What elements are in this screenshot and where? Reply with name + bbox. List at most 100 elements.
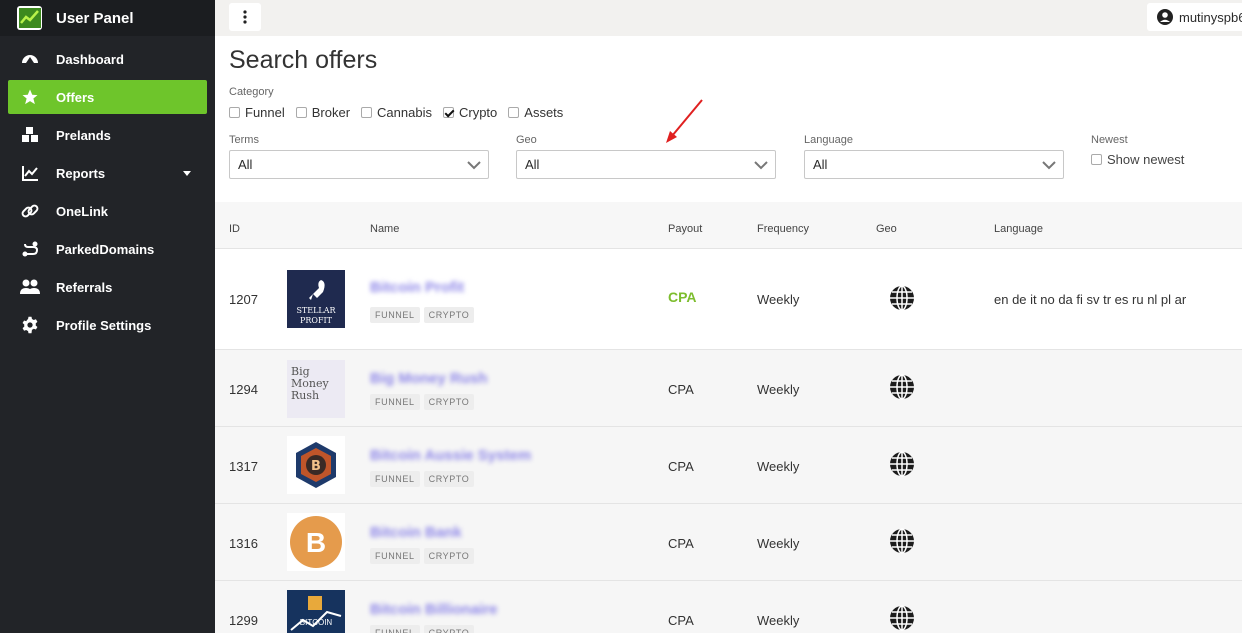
- newest-label: Newest: [1091, 134, 1128, 146]
- offer-tags: FUNNEL CRYPTO: [370, 471, 478, 487]
- thumb-text: Big Money Rush: [291, 365, 329, 402]
- category-crypto[interactable]: Crypto: [442, 105, 497, 120]
- sidebar-item-reports[interactable]: Reports: [8, 156, 207, 190]
- offer-name-link[interactable]: Big Money Rush: [370, 370, 488, 387]
- dashboard-icon: [20, 49, 40, 69]
- chevron-down-icon: [1042, 161, 1056, 170]
- table-row[interactable]: 1299 BITCOIN Bitcoin Billionaire FUNNEL …: [215, 581, 1242, 633]
- offer-thumbnail[interactable]: Big Money Rush: [287, 360, 345, 418]
- tag: FUNNEL: [370, 548, 420, 564]
- users-icon: [20, 277, 40, 297]
- sidebar-item-onelink[interactable]: OneLink: [8, 194, 207, 228]
- offer-thumbnail[interactable]: B: [287, 513, 345, 571]
- sidebar-item-label: Dashboard: [56, 51, 124, 67]
- offer-name-link[interactable]: Bitcoin Profit: [370, 279, 464, 296]
- geo-select[interactable]: All: [516, 150, 776, 179]
- bitcoin-hex-icon: B: [296, 442, 336, 488]
- sidebar: User Panel Dashboard Offers Prelands Rep…: [0, 0, 215, 633]
- checkbox[interactable]: [229, 107, 240, 118]
- language-filter: Language All: [804, 134, 1064, 179]
- language-label: Language: [804, 134, 853, 146]
- header-language: Language: [994, 223, 1043, 235]
- header-geo: Geo: [876, 223, 897, 235]
- more-menu-button[interactable]: [229, 3, 261, 31]
- tag: FUNNEL: [370, 307, 420, 323]
- geo-label: Geo: [516, 134, 537, 146]
- sidebar-item-profile-settings[interactable]: Profile Settings: [8, 308, 207, 342]
- category-assets[interactable]: Assets: [508, 105, 563, 120]
- offer-name-link[interactable]: Bitcoin Billionaire: [370, 601, 498, 618]
- checkbox[interactable]: [1091, 154, 1102, 165]
- offer-id: 1294: [229, 382, 258, 397]
- tag: CRYPTO: [423, 307, 475, 323]
- user-menu[interactable]: mutinyspb6: [1147, 3, 1242, 31]
- table-row[interactable]: 1294 Big Money Rush Big Money Rush FUNNE…: [215, 350, 1242, 427]
- kebab-menu-icon: [243, 10, 247, 24]
- language-select[interactable]: All: [804, 150, 1064, 179]
- offer-id: 1207: [229, 292, 258, 307]
- offer-name-link[interactable]: Bitcoin Bank: [370, 524, 462, 541]
- header-frequency: Frequency: [757, 223, 809, 235]
- offer-name-link[interactable]: Bitcoin Aussie System: [370, 447, 531, 464]
- category-label-assets: Assets: [524, 105, 564, 120]
- geo-filter: Geo All: [516, 134, 776, 179]
- category-broker[interactable]: Broker: [295, 105, 350, 120]
- checkbox[interactable]: [508, 107, 520, 118]
- offer-id: 1316: [229, 536, 258, 551]
- terms-select[interactable]: All: [229, 150, 489, 179]
- offer-id: 1299: [229, 613, 258, 628]
- offer-thumbnail[interactable]: BITCOIN: [287, 590, 345, 633]
- thumb-text: STELLAR PROFIT: [296, 306, 336, 325]
- globe-icon: [890, 528, 914, 554]
- sidebar-item-parkeddomains[interactable]: ParkedDomains: [8, 232, 207, 266]
- category-label-funnel: Funnel: [245, 105, 285, 120]
- checkbox-checked[interactable]: [442, 107, 454, 118]
- sidebar-item-label: Referrals: [56, 279, 113, 295]
- table-row[interactable]: 1317 B Bitcoin Aussie System FUNNEL CRYP…: [215, 427, 1242, 504]
- sidebar-item-label: Reports: [56, 165, 106, 181]
- tag: FUNNEL: [370, 394, 420, 410]
- chevron-down-icon: [183, 170, 191, 176]
- table-header: ID Name Payout Frequency Geo Language: [215, 202, 1242, 249]
- topbar: mutinyspb6: [215, 0, 1242, 36]
- header-payout: Payout: [668, 223, 703, 235]
- sidebar-item-referrals[interactable]: Referrals: [8, 270, 207, 304]
- star-icon: [20, 87, 40, 107]
- sidebar-item-dashboard[interactable]: Dashboard: [8, 42, 207, 76]
- brand[interactable]: User Panel: [0, 0, 215, 36]
- offer-frequency: Weekly: [757, 292, 800, 307]
- tag: CRYPTO: [423, 394, 475, 410]
- table-row[interactable]: 1207 STELLAR PROFIT Bitcoin Profit FUNNE…: [215, 249, 1242, 350]
- offer-payout: CPA: [668, 382, 694, 397]
- offer-frequency: Weekly: [757, 613, 800, 628]
- globe-icon: [890, 285, 914, 311]
- chart-line-icon: [20, 163, 40, 183]
- chevron-down-icon: [754, 161, 768, 170]
- table-row[interactable]: 1316 B Bitcoin Bank FUNNEL CRYPTO CPA We…: [215, 504, 1242, 581]
- category-funnel[interactable]: Funnel: [229, 105, 285, 120]
- offer-tags: FUNNEL CRYPTO: [370, 548, 478, 564]
- sidebar-item-label: OneLink: [56, 203, 109, 219]
- newest-filter: Newest Show newest: [1091, 134, 1184, 167]
- offer-frequency: Weekly: [757, 382, 800, 397]
- boxes-icon: [20, 125, 40, 145]
- offer-thumbnail[interactable]: STELLAR PROFIT: [287, 270, 345, 328]
- checkbox[interactable]: [361, 107, 373, 118]
- checkbox[interactable]: [295, 107, 307, 118]
- offer-payout: CPA: [668, 536, 694, 551]
- show-newest-label: Show newest: [1107, 152, 1185, 167]
- app-title: User Panel: [56, 9, 134, 27]
- sidebar-item-label: ParkedDomains: [56, 241, 155, 257]
- language-value: All: [813, 157, 828, 172]
- chart-logo-icon: [17, 6, 42, 30]
- offer-thumbnail[interactable]: B: [287, 436, 345, 494]
- show-newest-checkbox[interactable]: Show newest: [1091, 152, 1184, 167]
- offer-id: 1317: [229, 459, 258, 474]
- offers-table: ID Name Payout Frequency Geo Language 12…: [215, 202, 1242, 633]
- username: mutinyspb6: [1179, 9, 1242, 25]
- sidebar-item-prelands[interactable]: Prelands: [8, 118, 207, 152]
- category-cannabis[interactable]: Cannabis: [361, 105, 432, 120]
- category-checkboxes: Funnel Broker Cannabis Crypto Assets: [229, 105, 574, 120]
- category-label: Category: [229, 86, 274, 98]
- sidebar-item-offers[interactable]: Offers: [8, 80, 207, 114]
